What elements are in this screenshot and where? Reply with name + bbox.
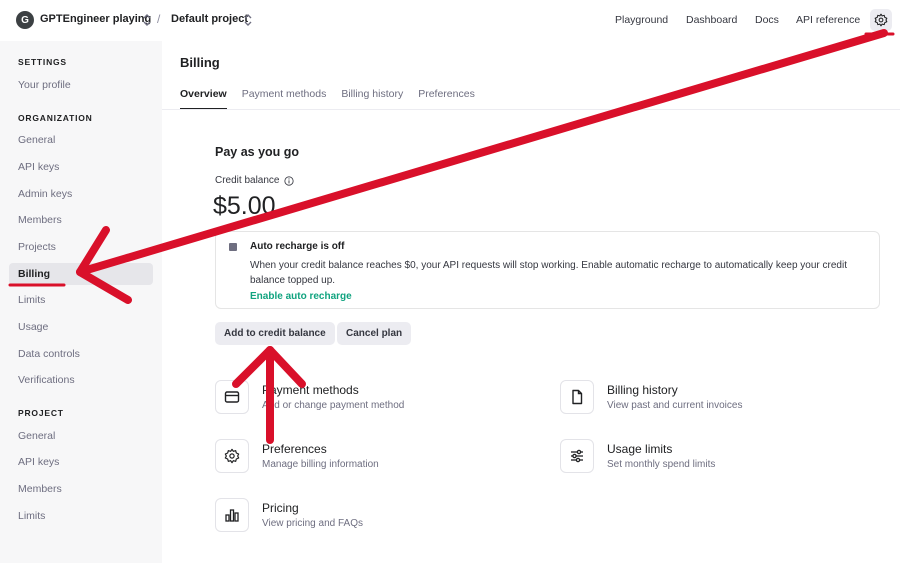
org-switcher[interactable]: GPTEngineer playing: [40, 13, 151, 25]
sidebar-header-settings: SETTINGS: [18, 57, 67, 67]
org-avatar[interactable]: G: [16, 11, 34, 29]
sidebar-item-api-keys[interactable]: API keys: [9, 156, 153, 178]
card-title: Preferences: [262, 442, 327, 456]
sidebar-item-your-profile[interactable]: Your profile: [9, 74, 153, 96]
auto-recharge-notice: Auto recharge is off When your credit ba…: [215, 231, 880, 309]
page-title: Billing: [180, 55, 220, 70]
tab-bar: Overview Payment methods Billing history…: [180, 88, 490, 110]
tab-billing-history[interactable]: Billing history: [341, 88, 403, 110]
sidebar-item-verifications[interactable]: Verifications: [9, 369, 153, 391]
sidebar-header-organization: ORGANIZATION: [18, 113, 93, 123]
card-title: Billing history: [607, 383, 678, 397]
nav-docs[interactable]: Docs: [755, 14, 779, 26]
status-square-icon: [229, 243, 237, 251]
tab-payment-methods[interactable]: Payment methods: [242, 88, 327, 110]
sidebar-item-projects[interactable]: Projects: [9, 236, 153, 258]
sidebar-item-project-general[interactable]: General: [9, 425, 153, 447]
sidebar-item-members[interactable]: Members: [9, 209, 153, 231]
gear-icon: [215, 439, 249, 473]
sidebar: SETTINGS Your profile ORGANIZATION Gener…: [0, 41, 162, 563]
sliders-icon: [560, 439, 594, 473]
bar-chart-icon: [215, 498, 249, 532]
credit-card-icon: [215, 380, 249, 414]
cancel-plan-button[interactable]: Cancel plan: [337, 322, 412, 345]
credit-balance-label-text: Credit balance: [215, 175, 280, 186]
tab-preferences[interactable]: Preferences: [418, 88, 475, 110]
card-subtitle: View past and current invoices: [607, 400, 743, 411]
sidebar-item-billing[interactable]: Billing: [9, 263, 153, 285]
card-title: Pricing: [262, 501, 299, 515]
info-icon[interactable]: [284, 175, 295, 186]
tab-overview[interactable]: Overview: [180, 88, 227, 110]
card-subtitle: Set monthly spend limits: [607, 459, 716, 470]
sidebar-item-admin-keys[interactable]: Admin keys: [9, 183, 153, 205]
nav-api-reference[interactable]: API reference: [796, 14, 860, 26]
credit-balance-label: Credit balance: [215, 175, 295, 186]
top-bar: G GPTEngineer playing / Default project …: [0, 0, 900, 41]
sidebar-item-limits[interactable]: Limits: [9, 289, 153, 311]
tab-divider: [162, 109, 900, 110]
notice-title: Auto recharge is off: [250, 241, 345, 252]
card-subtitle: View pricing and FAQs: [262, 518, 363, 529]
card-subtitle: Add or change payment method: [262, 400, 405, 411]
nav-dashboard[interactable]: Dashboard: [686, 14, 737, 26]
add-credit-balance-button[interactable]: Add to credit balance: [215, 322, 335, 345]
notice-body: When your credit balance reaches $0, you…: [250, 260, 847, 286]
settings-button[interactable]: [870, 9, 892, 31]
card-title: Usage limits: [607, 442, 673, 456]
sidebar-item-data-controls[interactable]: Data controls: [9, 343, 153, 365]
chevron-updown-icon[interactable]: [243, 13, 253, 27]
project-switcher[interactable]: Default project: [171, 13, 248, 25]
document-icon: [560, 380, 594, 414]
sidebar-item-general[interactable]: General: [9, 129, 153, 151]
breadcrumb-separator: /: [157, 12, 161, 26]
sidebar-item-project-limits[interactable]: Limits: [9, 505, 153, 527]
card-subtitle: Manage billing information: [262, 459, 379, 470]
sidebar-item-project-members[interactable]: Members: [9, 478, 153, 500]
sidebar-item-usage[interactable]: Usage: [9, 316, 153, 338]
credit-balance-value: $5.00: [213, 192, 276, 220]
chevron-updown-icon[interactable]: [142, 13, 152, 27]
sidebar-header-project: PROJECT: [18, 408, 64, 418]
nav-playground[interactable]: Playground: [615, 14, 668, 26]
section-title: Pay as you go: [215, 145, 300, 159]
sidebar-item-project-api-keys[interactable]: API keys: [9, 451, 153, 473]
main-content: Billing Overview Payment methods Billing…: [162, 41, 900, 563]
enable-auto-recharge-link[interactable]: Enable auto recharge: [250, 291, 352, 302]
card-title: Payment methods: [262, 383, 359, 397]
gear-icon: [874, 13, 888, 27]
